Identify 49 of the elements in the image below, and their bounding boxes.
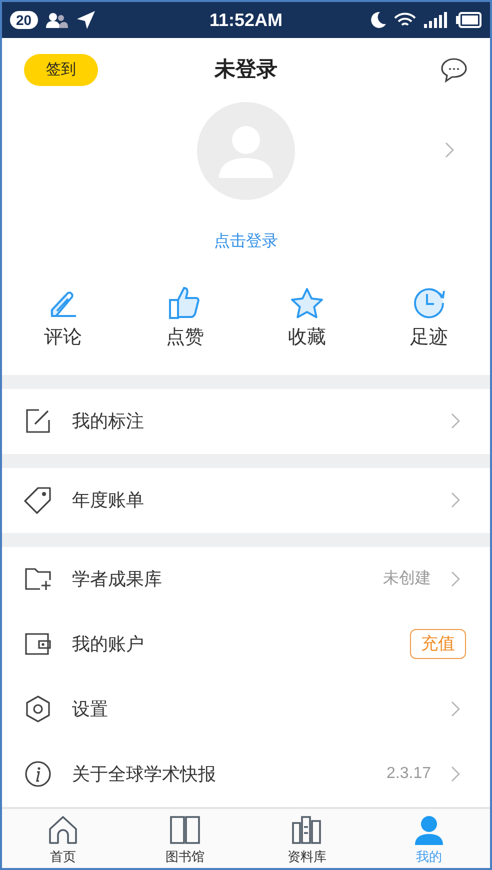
menu-row[interactable]: 关于全球学术快报 2.3.17 (2, 742, 490, 806)
shortcut-button[interactable]: 足迹 (368, 284, 490, 352)
chevron-right-icon (451, 571, 460, 587)
menu-label: 我的账户 (72, 632, 145, 656)
edit-icon (25, 408, 51, 434)
menu-label: 学者成果库 (72, 568, 163, 590)
menu-row[interactable]: 学者成果库 未创建 (2, 546, 490, 612)
chevron-right-icon (451, 413, 460, 429)
folder-plus-icon (24, 567, 52, 591)
chevron-right-icon (451, 492, 460, 508)
signal-icon (424, 12, 448, 28)
chevron-right-icon (445, 142, 454, 158)
menu-label: 我的标注 (72, 410, 145, 432)
tab-bar-item[interactable]: 资料库 (246, 808, 368, 868)
tag-icon (24, 486, 52, 514)
people-icon (46, 12, 68, 28)
wallet-icon (24, 632, 52, 656)
buildings-icon (291, 814, 323, 845)
battery-icon (456, 12, 482, 28)
menu-label: 年度账单 (72, 488, 145, 512)
location-arrow-icon (76, 10, 96, 30)
chat-bubble-icon[interactable] (440, 57, 468, 83)
notification-count: 20 (10, 11, 38, 29)
star-icon (289, 286, 325, 320)
moon-icon (370, 11, 386, 29)
menu-row[interactable]: 设置 (2, 676, 490, 742)
user-icon (413, 814, 445, 845)
clock-time: 11:52AM (209, 8, 283, 32)
home-icon (47, 814, 79, 845)
checkin-button[interactable]: 签到 (24, 54, 98, 86)
wifi-icon (394, 12, 416, 28)
shortcut-button[interactable]: 点赞 (124, 284, 246, 352)
book-icon (169, 814, 201, 845)
menu-row[interactable]: 年度账单 (2, 468, 490, 532)
menu-row[interactable]: 我的账户 充值 (2, 612, 490, 676)
tab-bar-item[interactable]: 首页 (2, 808, 124, 868)
chevron-right-icon (451, 701, 460, 717)
shortcut-button[interactable]: 收藏 (246, 284, 368, 352)
menu-label: 关于全球学术快报 (72, 762, 217, 786)
chevron-right-icon (451, 766, 460, 782)
tab-bar-item[interactable]: 图书馆 (124, 808, 246, 868)
menu-row[interactable]: 我的标注 (2, 388, 490, 454)
menu-label: 设置 (72, 698, 109, 720)
shortcut-button[interactable]: 评论 (2, 284, 124, 352)
info-icon (24, 760, 52, 788)
menu-value: 2.3.17 (386, 764, 431, 784)
menu-value: 未创建 (383, 568, 431, 589)
page-title: 未登录 (214, 57, 278, 84)
hexagon-icon (25, 695, 51, 723)
